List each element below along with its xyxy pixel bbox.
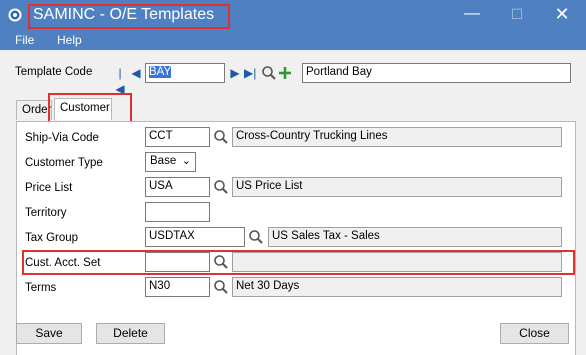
acct-set-highlight-box <box>22 250 575 275</box>
tax-group-code-field[interactable]: USDTAX <box>145 227 245 247</box>
title-highlight-box <box>28 4 230 29</box>
first-record-icon[interactable]: |◀ <box>114 65 126 96</box>
price-list-description: US Price List <box>232 177 562 197</box>
terms-description: Net 30 Days <box>232 277 562 297</box>
price-list-label: Price List <box>25 182 73 194</box>
template-code-field[interactable]: BAY <box>145 63 225 83</box>
minimize-button[interactable]: — <box>450 0 494 30</box>
previous-record-icon[interactable]: ◀ <box>130 65 142 81</box>
next-record-icon[interactable]: ▶ <box>229 65 241 81</box>
delete-button[interactable]: Delete <box>96 323 165 344</box>
price-list-finder-icon[interactable] <box>213 179 229 195</box>
price-list-code-field[interactable]: USA <box>145 177 210 197</box>
ship-via-code-field[interactable]: CCT <box>145 127 210 147</box>
save-button[interactable]: Save <box>16 323 82 344</box>
maximize-button[interactable]: ☐ <box>495 0 539 30</box>
customer-type-label: Customer Type <box>25 157 103 169</box>
menu-bar: File Help <box>0 30 586 50</box>
territory-label: Territory <box>25 207 67 219</box>
last-record-icon[interactable]: ▶| <box>244 65 256 81</box>
template-description-field[interactable]: Portland Bay <box>302 63 571 83</box>
customer-type-select[interactable]: Base ⌄ <box>145 152 196 172</box>
add-new-icon[interactable] <box>277 65 293 81</box>
terms-code-field[interactable]: N30 <box>145 277 210 297</box>
ship-via-finder-icon[interactable] <box>213 129 229 145</box>
menu-file[interactable]: File <box>15 33 34 47</box>
form-body: Template Code |◀ ◀ BAY ▶ ▶| Portland Bay… <box>0 50 586 355</box>
chevron-down-icon: ⌄ <box>181 155 191 167</box>
terms-finder-icon[interactable] <box>213 279 229 295</box>
tax-group-finder-icon[interactable] <box>248 229 264 245</box>
app-gear-icon <box>8 8 22 22</box>
ship-via-label: Ship-Via Code <box>25 132 99 144</box>
tax-group-description: US Sales Tax - Sales <box>268 227 562 247</box>
tab-order[interactable]: Order <box>16 100 52 120</box>
terms-label: Terms <box>25 282 57 294</box>
tax-group-label: Tax Group <box>25 232 79 244</box>
menu-help[interactable]: Help <box>57 33 82 47</box>
ship-via-description: Cross-Country Trucking Lines <box>232 127 562 147</box>
template-code-label: Template Code <box>15 66 93 78</box>
close-window-button[interactable]: ✕ <box>540 0 584 30</box>
territory-field[interactable] <box>145 202 210 222</box>
finder-icon[interactable] <box>261 65 277 81</box>
close-button[interactable]: Close <box>500 323 569 344</box>
